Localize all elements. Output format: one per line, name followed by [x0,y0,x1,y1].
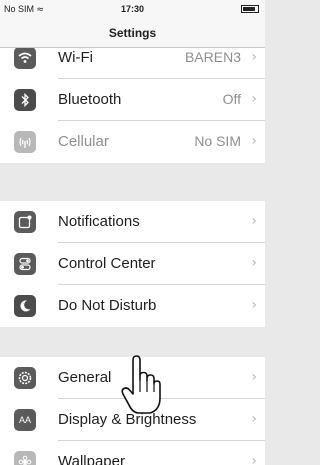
settings-group-connectivity: Wi-Fi BAREN3 › Bluetooth Off › Cellular … [0,48,265,163]
settings-row-bluetooth[interactable]: Bluetooth Off › [0,79,265,121]
bluetooth-icon [14,89,36,111]
status-bar: No SIM ≈ 17:30 [0,0,265,18]
settings-row-cellular[interactable]: Cellular No SIM › [0,121,265,163]
control-center-icon [14,253,36,275]
settings-row-value: Off [222,91,241,107]
settings-group-notifications: Notifications › Control Center › Do Not … [0,201,265,327]
cellular-icon [14,131,36,153]
settings-row-control-center[interactable]: Control Center › [0,243,265,285]
settings-row-wifi[interactable]: Wi-Fi BAREN3 › [0,48,265,79]
notifications-icon [14,211,36,233]
chevron-right-icon: › [251,369,257,385]
gear-icon [14,367,36,389]
settings-row-label: Wi-Fi [58,49,93,66]
settings-row-label: Wallpaper [58,453,125,465]
settings-row-label: General [58,369,112,386]
settings-row-value: BAREN3 [184,49,241,65]
moon-icon [14,295,36,317]
settings-row-label: Notifications [58,213,140,230]
hand-pointer-icon [120,354,162,416]
chevron-right-icon: › [251,297,257,313]
settings-row-wallpaper[interactable]: Wallpaper › [0,441,265,465]
wallpaper-icon [14,451,36,465]
navigation-bar: Settings [0,18,265,48]
chevron-right-icon: › [251,91,257,107]
status-time: 17:30 [120,4,145,14]
chevron-right-icon: › [251,213,257,229]
settings-row-label: Cellular [58,133,109,150]
settings-row-label: Do Not Disturb [58,297,157,314]
chevron-right-icon: › [251,255,257,271]
settings-row-label: Bluetooth [58,91,122,108]
settings-row-value: No SIM [194,133,241,149]
display-icon: AA [14,409,36,431]
settings-row-label: Control Center [58,255,156,272]
wifi-icon [14,48,36,69]
settings-row-notifications[interactable]: Notifications › [0,201,265,243]
chevron-right-icon: › [251,49,257,65]
settings-row-do-not-disturb[interactable]: Do Not Disturb › [0,285,265,327]
battery-icon [241,5,259,13]
chevron-right-icon: › [251,453,257,465]
chevron-right-icon: › [251,411,257,427]
chevron-right-icon: › [251,133,257,149]
page-title: Settings [108,26,157,40]
